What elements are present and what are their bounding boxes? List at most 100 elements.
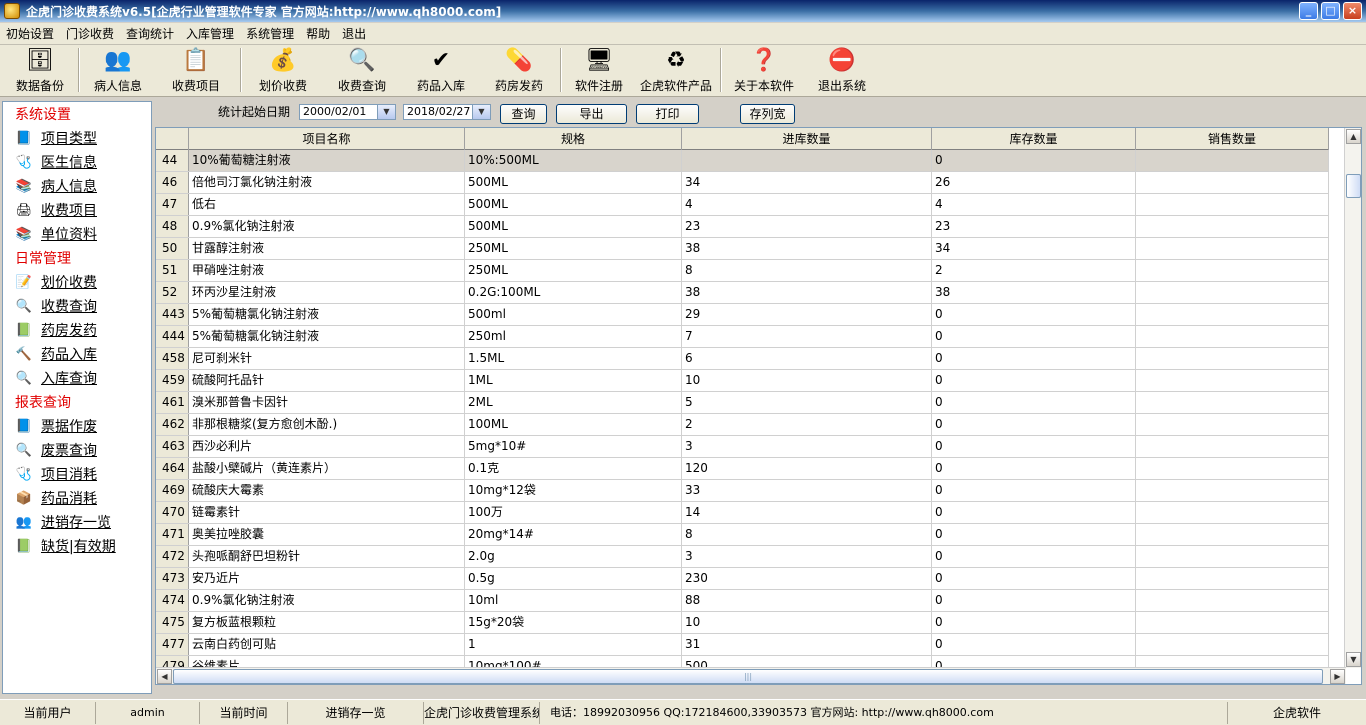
scroll-right-icon[interactable]: ▶ xyxy=(1330,669,1345,684)
scroll-left-icon[interactable]: ◀ xyxy=(157,669,172,684)
sidebar-item-void-query[interactable]: 🔍 废票查询 xyxy=(3,438,151,462)
inventory-qty-cell[interactable]: 0 xyxy=(932,502,1136,523)
inventory-qty-cell[interactable]: 0 xyxy=(932,436,1136,457)
sidebar-item-stock-in-query[interactable]: 🔍 入库查询 xyxy=(3,366,151,390)
inventory-qty-cell[interactable]: 23 xyxy=(932,216,1136,237)
print-button[interactable]: 打印 xyxy=(636,104,699,124)
spec-cell[interactable]: 10mg*12袋 xyxy=(465,480,682,501)
menu-stock-in[interactable]: 入库管理 xyxy=(180,23,240,45)
sales-qty-cell[interactable] xyxy=(1136,480,1329,501)
sales-qty-cell[interactable] xyxy=(1136,348,1329,369)
tool-drug-stock-in[interactable]: ✔ 药品入库 xyxy=(402,46,480,96)
row-number[interactable]: 44 xyxy=(156,150,189,171)
item-name-cell[interactable]: 低右 xyxy=(189,194,465,215)
item-name-cell[interactable]: 硫酸阿托品针 xyxy=(189,370,465,391)
sales-qty-cell[interactable] xyxy=(1136,282,1329,303)
row-number[interactable]: 51 xyxy=(156,260,189,281)
table-row[interactable]: 44 10%葡萄糖注射液 10%:500ML 0 xyxy=(156,150,1329,172)
spec-cell[interactable]: 5mg*10# xyxy=(465,436,682,457)
sales-qty-cell[interactable] xyxy=(1136,194,1329,215)
scroll-down-icon[interactable]: ▼ xyxy=(1346,652,1361,667)
stock-in-qty-cell[interactable]: 33 xyxy=(682,480,932,501)
table-row[interactable]: 46 倍他司汀氯化钠注射液 500ML 34 26 xyxy=(156,172,1329,194)
tool-qihu-products[interactable]: ♻ 企虎软件产品 xyxy=(634,46,718,96)
table-row[interactable]: 470 链霉素针 100万 14 0 xyxy=(156,502,1329,524)
row-number[interactable]: 52 xyxy=(156,282,189,303)
tool-charge-query[interactable]: 🔍 收费查询 xyxy=(322,46,402,96)
menu-system[interactable]: 系统管理 xyxy=(240,23,300,45)
sidebar-item-project-type[interactable]: 📘 项目类型 xyxy=(3,126,151,150)
spec-cell[interactable]: 0.2G:100ML xyxy=(465,282,682,303)
sidebar-item-void-receipt[interactable]: 📘 票据作废 xyxy=(3,414,151,438)
inventory-qty-cell[interactable]: 0 xyxy=(932,414,1136,435)
spec-cell[interactable]: 2ML xyxy=(465,392,682,413)
column-header-inventory-qty[interactable]: 库存数量 xyxy=(932,128,1136,150)
spec-cell[interactable]: 10%:500ML xyxy=(465,150,682,171)
chevron-down-icon[interactable]: ▼ xyxy=(472,105,490,119)
sales-qty-cell[interactable] xyxy=(1136,568,1329,589)
sales-qty-cell[interactable] xyxy=(1136,634,1329,655)
table-row[interactable]: 463 西沙必利片 5mg*10# 3 0 xyxy=(156,436,1329,458)
menu-help[interactable]: 帮助 xyxy=(300,23,336,45)
stock-in-qty-cell[interactable]: 8 xyxy=(682,524,932,545)
sales-qty-cell[interactable] xyxy=(1136,238,1329,259)
item-name-cell[interactable]: 倍他司汀氯化钠注射液 xyxy=(189,172,465,193)
spec-cell[interactable]: 250ML xyxy=(465,260,682,281)
sidebar-item-patient-info[interactable]: 📚 病人信息 xyxy=(3,174,151,198)
item-name-cell[interactable]: 10%葡萄糖注射液 xyxy=(189,150,465,171)
row-number[interactable]: 475 xyxy=(156,612,189,633)
spec-cell[interactable]: 250ml xyxy=(465,326,682,347)
sales-qty-cell[interactable] xyxy=(1136,216,1329,237)
inventory-qty-cell[interactable]: 0 xyxy=(932,304,1136,325)
query-button[interactable]: 查询 xyxy=(500,104,547,124)
stock-in-qty-cell[interactable]: 23 xyxy=(682,216,932,237)
column-header-spec[interactable]: 规格 xyxy=(465,128,682,150)
spec-cell[interactable]: 1ML xyxy=(465,370,682,391)
row-number[interactable]: 444 xyxy=(156,326,189,347)
sales-qty-cell[interactable] xyxy=(1136,326,1329,347)
sidebar-item-doctor-info[interactable]: 🩺 医生信息 xyxy=(3,150,151,174)
item-name-cell[interactable]: 西沙必利片 xyxy=(189,436,465,457)
stock-in-qty-cell[interactable]: 7 xyxy=(682,326,932,347)
row-number[interactable]: 469 xyxy=(156,480,189,501)
table-row[interactable]: 471 奥美拉唑胶囊 20mg*14# 8 0 xyxy=(156,524,1329,546)
sidebar-item-drug-consumption[interactable]: 📦 药品消耗 xyxy=(3,486,151,510)
row-number[interactable]: 47 xyxy=(156,194,189,215)
item-name-cell[interactable]: 5%葡萄糖氯化钠注射液 xyxy=(189,326,465,347)
stock-in-qty-cell[interactable]: 10 xyxy=(682,370,932,391)
inventory-qty-cell[interactable]: 38 xyxy=(932,282,1136,303)
menu-exit[interactable]: 退出 xyxy=(336,23,372,45)
row-number[interactable]: 472 xyxy=(156,546,189,567)
stock-in-qty-cell[interactable]: 38 xyxy=(682,282,932,303)
inventory-qty-cell[interactable]: 0 xyxy=(932,458,1136,479)
item-name-cell[interactable]: 0.9%氯化钠注射液 xyxy=(189,216,465,237)
table-row[interactable]: 52 环丙沙星注射液 0.2G:100ML 38 38 xyxy=(156,282,1329,304)
inventory-qty-cell[interactable]: 0 xyxy=(932,348,1136,369)
table-row[interactable]: 462 非那根糖浆(复方愈创木酚.) 100ML 2 0 xyxy=(156,414,1329,436)
spec-cell[interactable]: 1.5ML xyxy=(465,348,682,369)
column-header-item-name[interactable]: 项目名称 xyxy=(189,128,465,150)
scroll-up-icon[interactable]: ▲ xyxy=(1346,129,1361,144)
spec-cell[interactable]: 500ML xyxy=(465,194,682,215)
tool-about[interactable]: ❓ 关于本软件 xyxy=(724,46,804,96)
table-row[interactable]: 473 安乃近片 0.5g 230 0 xyxy=(156,568,1329,590)
end-date-picker[interactable]: 2018/02/27 ▼ xyxy=(403,104,491,120)
item-name-cell[interactable]: 非那根糖浆(复方愈创木酚.) xyxy=(189,414,465,435)
item-name-cell[interactable]: 5%葡萄糖氯化钠注射液 xyxy=(189,304,465,325)
table-row[interactable]: 458 尼可刹米针 1.5ML 6 0 xyxy=(156,348,1329,370)
export-button[interactable]: 导出 xyxy=(556,104,627,124)
row-number[interactable]: 461 xyxy=(156,392,189,413)
tool-data-backup[interactable]: 🗄 数据备份 xyxy=(4,46,76,96)
table-row[interactable]: 443 5%葡萄糖氯化钠注射液 500ml 29 0 xyxy=(156,304,1329,326)
sidebar-item-pricing[interactable]: 📝 划价收费 xyxy=(3,270,151,294)
stock-in-qty-cell[interactable]: 14 xyxy=(682,502,932,523)
item-name-cell[interactable]: 溴米那普鲁卡因针 xyxy=(189,392,465,413)
sales-qty-cell[interactable] xyxy=(1136,436,1329,457)
table-row[interactable]: 47 低右 500ML 4 4 xyxy=(156,194,1329,216)
start-date-picker[interactable]: 2000/02/01 ▼ xyxy=(299,104,396,120)
item-name-cell[interactable]: 头孢哌酮舒巴坦粉针 xyxy=(189,546,465,567)
stock-in-qty-cell[interactable]: 5 xyxy=(682,392,932,413)
scroll-thumb[interactable] xyxy=(1346,174,1361,198)
inventory-qty-cell[interactable]: 0 xyxy=(932,546,1136,567)
table-row[interactable]: 461 溴米那普鲁卡因针 2ML 5 0 xyxy=(156,392,1329,414)
